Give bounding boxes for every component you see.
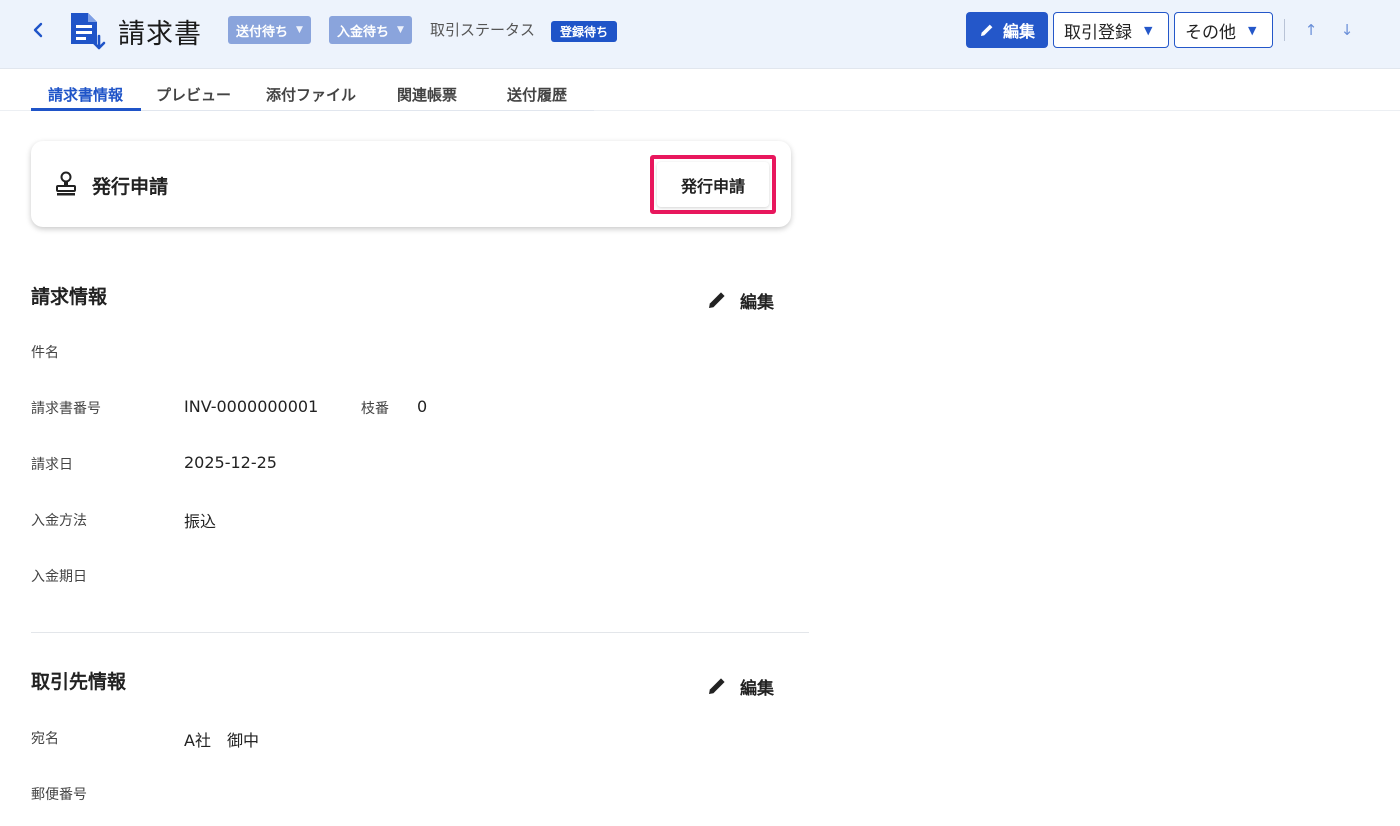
postal-code-label: 郵便番号 (31, 787, 87, 803)
payment-status-label: 入金待ち (337, 24, 390, 40)
caret-down-icon: ▼ (397, 25, 404, 35)
caret-down-icon: ▼ (296, 25, 303, 35)
tab-related-documents[interactable]: 関連帳票 (397, 84, 457, 105)
status-badge: 登録待ち (551, 21, 618, 42)
payment-method-value: 振込 (184, 512, 217, 531)
page-title: 請求書 (118, 19, 202, 50)
partner-info-heading: 取引先情報 (31, 671, 127, 693)
payment-status-dropdown[interactable]: 入金待ち ▼ (329, 16, 412, 44)
page-header: 請求書 送付待ち ▼ 入金待ち ▼ 取引ステータス 登録待ち 編集 取引登録 ▼… (0, 0, 1400, 69)
other-actions-label: その他 (1185, 22, 1236, 43)
tab-attachments[interactable]: 添付ファイル (266, 84, 356, 105)
invoice-info-heading: 請求情報 (31, 286, 108, 308)
branch-number-value: 0 (417, 397, 428, 416)
caret-down-icon: ▼ (1248, 23, 1257, 37)
payment-method-label: 入金方法 (31, 513, 87, 529)
send-status-label: 送付待ち (236, 24, 289, 40)
invoice-number-value: INV-0000000001 (184, 397, 319, 416)
partner-info-edit-button[interactable]: 編集 (706, 671, 786, 701)
stamp-icon (55, 171, 77, 197)
register-transaction-dropdown[interactable]: 取引登録 ▼ (1053, 12, 1169, 48)
pencil-icon (709, 292, 725, 308)
addressee-value: A社 御中 (184, 731, 259, 750)
subject-label: 件名 (31, 345, 59, 361)
edit-label: 編集 (740, 678, 774, 699)
edit-button-label: 編集 (1002, 22, 1035, 41)
edit-button[interactable]: 編集 (966, 12, 1048, 48)
issue-request-title: 発行申請 (92, 176, 169, 198)
invoice-date-label: 請求日 (31, 457, 73, 473)
pencil-icon (709, 678, 725, 694)
branch-number-label: 枝番 (361, 401, 389, 417)
other-actions-dropdown[interactable]: その他 ▼ (1174, 12, 1273, 48)
section-divider (31, 632, 809, 633)
active-tab-indicator (31, 108, 141, 111)
tab-send-history[interactable]: 送付履歴 (507, 84, 567, 105)
pencil-icon (980, 24, 993, 36)
issue-request-card: 発行申請 発行申請 (31, 141, 791, 227)
arrow-up-icon[interactable]: ↑ (1300, 19, 1322, 41)
addressee-label: 宛名 (31, 731, 59, 747)
invoice-date-value: 2025-12-25 (184, 453, 277, 472)
caret-down-icon: ▼ (1144, 23, 1153, 37)
invoice-number-label: 請求書番号 (31, 401, 101, 417)
payment-due-date-label: 入金期日 (31, 569, 87, 585)
edit-label: 編集 (740, 292, 774, 313)
issue-request-button[interactable]: 発行申請 (657, 162, 769, 207)
register-transaction-label: 取引登録 (1064, 22, 1132, 43)
invoice-document-icon (66, 10, 108, 52)
tab-preview[interactable]: プレビュー (156, 84, 231, 105)
send-status-dropdown[interactable]: 送付待ち ▼ (228, 16, 311, 44)
back-chevron-icon[interactable] (26, 18, 50, 42)
arrow-down-icon[interactable]: ↓ (1336, 19, 1358, 41)
invoice-info-edit-button[interactable]: 編集 (706, 285, 786, 315)
header-divider (1284, 19, 1285, 41)
tab-invoice-info[interactable]: 請求書情報 (48, 84, 123, 105)
tab-bar: 請求書情報 プレビュー 添付ファイル 関連帳票 送付履歴 (31, 70, 594, 111)
transaction-status-label: 取引ステータス (430, 21, 536, 39)
